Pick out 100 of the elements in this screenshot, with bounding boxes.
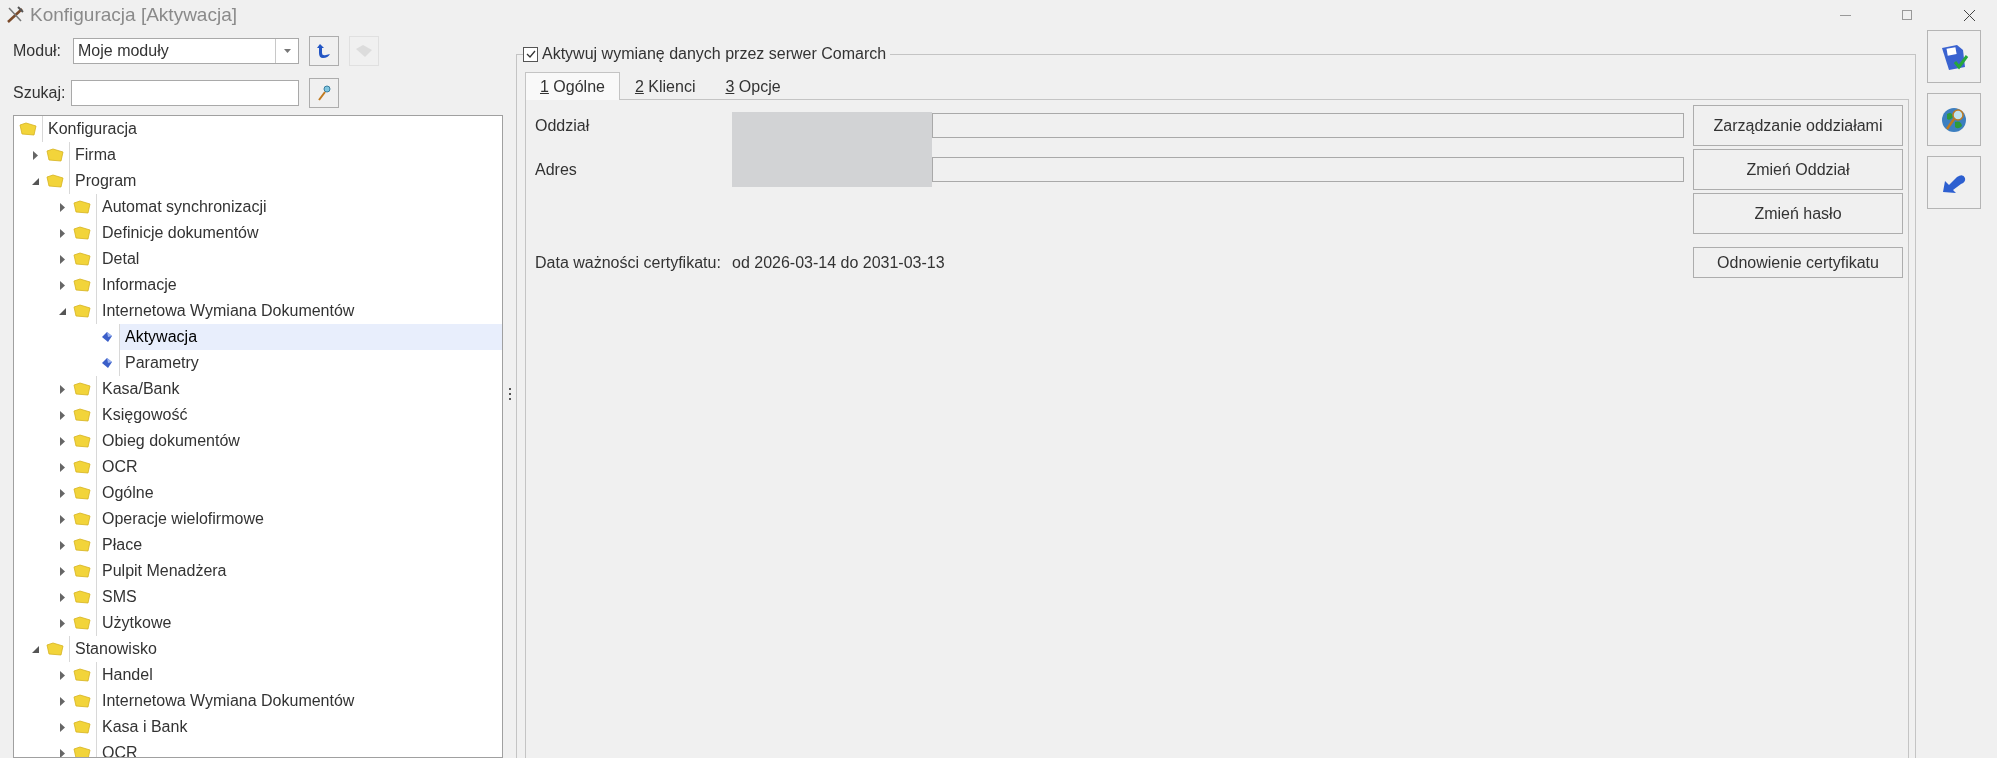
search-label: Szukaj:	[13, 84, 67, 102]
field-label: Oddział	[535, 116, 591, 135]
tree-item[interactable]: Detal	[96, 246, 502, 272]
collapse-arrow-icon[interactable]	[58, 307, 66, 315]
folder-icon	[73, 304, 91, 318]
expand-arrow-icon[interactable]	[59, 254, 65, 264]
back-button[interactable]	[309, 36, 339, 66]
folder-icon	[73, 538, 91, 552]
tree-item[interactable]: Handel	[96, 662, 502, 688]
expand-arrow-icon[interactable]	[59, 488, 65, 498]
expand-arrow-icon[interactable]	[59, 228, 65, 238]
action-button[interactable]: Zmień hasło	[1693, 193, 1903, 234]
collapse-arrow-icon[interactable]	[31, 177, 39, 185]
tree-item[interactable]: Konfiguracja	[42, 116, 502, 142]
expand-arrow-icon[interactable]	[59, 566, 65, 576]
save-button[interactable]	[1927, 30, 1981, 83]
folder-icon	[73, 746, 91, 757]
expand-arrow-icon[interactable]	[59, 592, 65, 602]
expand-arrow-icon[interactable]	[59, 462, 65, 472]
expand-arrow-icon[interactable]	[59, 748, 65, 757]
tree-item[interactable]: Program	[69, 168, 502, 194]
folder-icon	[46, 642, 64, 656]
folder-icon	[73, 460, 91, 474]
minimize-icon	[1839, 14, 1851, 16]
search-button[interactable]	[309, 78, 339, 108]
gem-icon	[100, 330, 114, 344]
expand-arrow-icon[interactable]	[59, 384, 65, 394]
tree-item[interactable]: SMS	[96, 584, 502, 610]
text-field[interactable]	[932, 113, 1684, 138]
tab[interactable]: 2 Klienci	[619, 73, 711, 99]
folder-icon	[73, 382, 91, 396]
dropdown-arrow-icon	[283, 49, 291, 53]
folder-icon	[73, 564, 91, 578]
tree-item[interactable]: Ogólne	[96, 480, 502, 506]
expand-arrow-icon[interactable]	[59, 670, 65, 680]
tab[interactable]: 1 Ogólne	[525, 72, 620, 100]
tree-item[interactable]: Informacje	[96, 272, 502, 298]
folder-icon	[73, 486, 91, 500]
tree-item[interactable]: Obieg dokumentów	[96, 428, 502, 454]
tree-item[interactable]: Stanowisko	[69, 636, 502, 662]
action-button[interactable]: Zmień Oddział	[1693, 149, 1903, 190]
folder-icon	[73, 200, 91, 214]
folder-icon	[73, 694, 91, 708]
folder-icon	[73, 434, 91, 448]
folder-icon	[46, 174, 64, 188]
folder-icon	[73, 590, 91, 604]
expand-arrow-icon[interactable]	[59, 722, 65, 732]
tree-item[interactable]: Internetowa Wymiana Dokumentów	[96, 688, 502, 714]
expand-arrow-icon[interactable]	[59, 514, 65, 524]
undo-button[interactable]	[1927, 156, 1981, 209]
window-title: Konfiguracja [Aktywacja]	[30, 4, 238, 26]
tree-item[interactable]: Definicje dokumentów	[96, 220, 502, 246]
folder-icon	[73, 278, 91, 292]
expand-arrow-icon[interactable]	[59, 280, 65, 290]
tree-item[interactable]: OCR	[96, 454, 502, 480]
folder-icon	[73, 668, 91, 682]
tree-item[interactable]: Kasa i Bank	[96, 714, 502, 740]
folder-icon	[73, 720, 91, 734]
tree-item[interactable]: Automat synchronizacji	[96, 194, 502, 220]
expand-arrow-icon[interactable]	[59, 696, 65, 706]
tree-item[interactable]: Pulpit Menadżera	[96, 558, 502, 584]
folder-icon	[73, 512, 91, 526]
folder-icon	[73, 616, 91, 630]
tree-item[interactable]: Parametry	[119, 350, 502, 376]
field-label: Adres	[535, 160, 578, 179]
tree-item[interactable]: Operacje wielofirmowe	[96, 506, 502, 532]
checkbox-label: Aktywuj wymianę danych przez serwer Comarch	[542, 45, 887, 63]
certificate-dates: od 2026-03-14 do 2031-03-13	[732, 253, 946, 272]
tree-item[interactable]: Firma	[69, 142, 502, 168]
globe-search-button[interactable]	[1927, 93, 1981, 146]
tree-item[interactable]: Kasa/Bank	[96, 376, 502, 402]
tree-item[interactable]: Aktywacja	[119, 324, 502, 350]
action-button[interactable]: Odnowienie certyfikatu	[1693, 247, 1903, 278]
folder-icon	[73, 408, 91, 422]
action-button[interactable]: Zarządzanie oddziałami	[1693, 105, 1903, 146]
tools-icon	[6, 6, 24, 24]
search-field[interactable]	[71, 80, 299, 106]
expand-arrow-icon[interactable]	[59, 436, 65, 446]
tab[interactable]: 3 Opcje	[710, 73, 796, 99]
tree-item[interactable]: Płace	[96, 532, 502, 558]
expand-arrow-icon[interactable]	[59, 410, 65, 420]
checkbox[interactable]	[523, 46, 538, 62]
module-label: Moduł:	[13, 42, 63, 60]
folder-icon	[73, 252, 91, 266]
search-icon	[317, 85, 331, 101]
expand-arrow-icon[interactable]	[59, 618, 65, 628]
expand-arrow-icon[interactable]	[32, 150, 38, 160]
collapse-arrow-icon[interactable]	[31, 645, 39, 653]
gem-icon	[100, 356, 114, 370]
text-field[interactable]	[932, 157, 1684, 182]
splitter-handle[interactable]	[508, 388, 511, 400]
expand-arrow-icon[interactable]	[59, 540, 65, 550]
tree-item[interactable]: Użytkowe	[96, 610, 502, 636]
tree-item[interactable]: Księgowość	[96, 402, 502, 428]
folder-icon	[46, 148, 64, 162]
maximize-icon	[1902, 10, 1912, 20]
module-dropdown[interactable]: Moje moduły	[73, 38, 299, 64]
folder-icon	[73, 226, 91, 240]
expand-arrow-icon[interactable]	[59, 202, 65, 212]
certificate-label: Data ważności certyfikatu:	[535, 253, 722, 272]
